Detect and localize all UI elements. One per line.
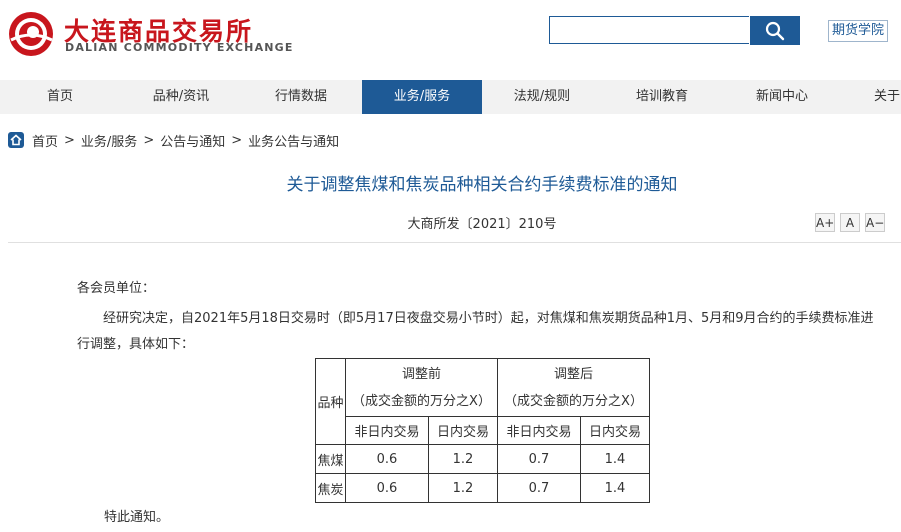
nav-item-training[interactable]: 培训教育 [602,80,722,114]
before-label: 调整前 [401,366,441,382]
futures-academy-link[interactable]: 期货学院 [828,20,889,42]
table-row: 焦煤 0.6 1.2 0.7 1.4 [315,444,650,474]
logo-english-name[interactable]: DALIAN COMMODITY EXCHANGE [65,41,294,54]
nav-item-home[interactable]: 首页 [0,80,120,114]
breadcrumb: 首页 > 业务/服务 > 公告与通知 > 业务公告与通知 [8,131,339,150]
nav-item-business-services[interactable]: 业务/服务 [362,80,482,114]
search-input[interactable] [549,16,749,44]
table-cell: 0.7 [497,473,581,503]
article-body: 经研究决定，自2021年5月18日交易时（即5月17日夜盘交易小节时）起，对焦煤… [77,311,874,352]
after-label: 调整后 [553,366,593,382]
table-header-non-intraday: 非日内交易 [497,416,581,445]
table-cell: 1.2 [428,473,498,503]
table-header-before: 调整前 （成交金额的万分之X） [345,358,498,417]
breadcrumb-business-announcements[interactable]: 业务公告与通知 [248,131,339,150]
nav-item-regulations[interactable]: 法规/规则 [482,80,602,114]
breadcrumb-business-services[interactable]: 业务/服务 [81,131,137,150]
nav-item-market-data[interactable]: 行情数据 [241,80,361,114]
document-number: 大商所发〔2021〕210号 [407,217,557,232]
home-icon [8,132,24,148]
breadcrumb-separator: > [143,132,155,148]
nav-item-about[interactable]: 关于 [842,80,901,114]
font-reset-button[interactable]: A [840,213,860,232]
table-header-after: 调整后 （成交金额的万分之X） [497,358,650,417]
font-decrease-button[interactable]: A− [865,213,885,232]
font-increase-button[interactable]: A+ [815,213,835,232]
table-cell: 0.7 [497,444,581,474]
breadcrumb-announcements[interactable]: 公告与通知 [160,131,225,150]
main-nav: 首页 品种/资讯 行情数据 业务/服务 法规/规则 培训教育 新闻中心 关于 [0,80,901,114]
table-header-non-intraday: 非日内交易 [345,416,429,445]
nav-item-products[interactable]: 品种/资讯 [121,80,241,114]
table-row: 焦炭 0.6 1.2 0.7 1.4 [315,473,650,503]
fee-table: 品种 调整前 （成交金额的万分之X） 调整后 （成交金额的万分之X） 非日内交易… [315,358,650,503]
font-size-controls: A+ A A− [815,213,885,232]
table-header-intraday: 日内交易 [580,416,650,445]
search-icon [765,21,785,40]
table-cell: 0.6 [345,444,429,474]
nav-item-news[interactable]: 新闻中心 [722,80,842,114]
table-cell: 1.2 [428,444,498,474]
before-unit: （成交金额的万分之X） [352,393,491,409]
table-cell: 0.6 [345,473,429,503]
table-cell: 1.4 [580,473,650,503]
closing-text: 特此通知。 [104,510,170,525]
breadcrumb-home[interactable]: 首页 [32,131,58,150]
breadcrumb-separator: > [64,132,75,148]
salutation: 各会员单位： [77,281,156,296]
table-cell: 1.4 [580,444,650,474]
article-title: 关于调整焦煤和焦炭品种相关合约手续费标准的通知 [286,175,678,195]
table-cell-variety: 焦煤 [315,444,346,474]
site-header: 大连商品交易所 DALIAN COMMODITY EXCHANGE 期货学院 [0,0,901,78]
table-header-variety: 品种 [315,358,346,445]
divider [8,242,901,243]
dce-logo-icon[interactable] [6,10,56,58]
table-cell-variety: 焦炭 [315,473,346,503]
table-header-intraday: 日内交易 [428,416,498,445]
after-unit: （成交金额的万分之X） [504,393,643,409]
breadcrumb-separator: > [231,132,243,148]
search-button[interactable] [750,16,800,45]
